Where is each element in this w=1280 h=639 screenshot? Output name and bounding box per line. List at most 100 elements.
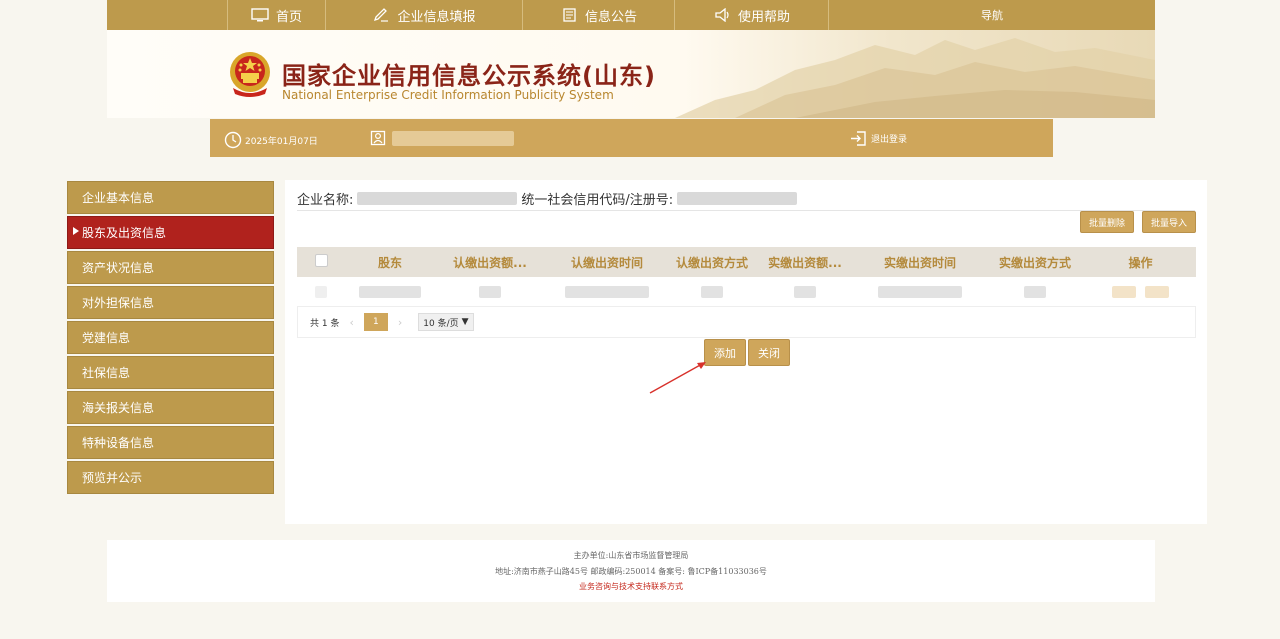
batch-delete-button[interactable]: 批量删除 xyxy=(1080,211,1135,233)
chevron-down-icon: ▼ xyxy=(461,317,469,327)
annotation-arrow-icon xyxy=(649,362,706,394)
page-number-button[interactable]: 1 xyxy=(363,313,388,331)
sidebar-item-label: 党建信息 xyxy=(82,331,131,345)
page-size-select[interactable]: 10 条/页 ▼ xyxy=(418,313,474,331)
table-cell xyxy=(985,277,1085,307)
credit-code-redacted xyxy=(677,191,798,205)
shareholder-table: 股东 认缴出资额... 认缴出资时间 认缴出资方式 实缴出资额... 实缴出资时… xyxy=(297,247,1196,307)
sidebar-item-label: 对外担保信息 xyxy=(82,296,155,310)
nav-item-label: 首页 xyxy=(275,9,302,25)
footer-sponsor: 主办单位:山东省市场监督管理局 xyxy=(573,551,689,560)
nav-item-label: 企业信息填报 xyxy=(397,9,476,25)
nav-item-fill-info[interactable]: 企业信息填报 xyxy=(326,0,523,30)
nav-item-label: 使用帮助 xyxy=(737,9,790,25)
sidebar-menu: 企业基本信息 股东及出资信息 资产状况信息 对外担保信息 党建信息 社保信息 海… xyxy=(67,181,274,496)
top-nav: 首页 企业信息填报 信息公告 使用帮助 导航 xyxy=(107,0,1155,30)
column-header: 操作 xyxy=(1085,247,1196,277)
national-emblem-icon xyxy=(227,50,273,98)
table-cell xyxy=(435,277,545,307)
edit-icon xyxy=(372,8,390,22)
edit-action-redacted[interactable] xyxy=(1111,285,1136,298)
subscribed-method-redacted xyxy=(701,285,723,298)
pagination: 共 1 条 ‹ 1 › 10 条/页 ▼ xyxy=(297,307,1196,338)
site-footer: 主办单位:山东省市场监督管理局 地址:济南市燕子山路45号 邮政编码:25001… xyxy=(107,540,1155,602)
footer-address: 地址:济南市燕子山路45号 邮政编码:250014 备案号: 鲁ICP备1103… xyxy=(495,567,767,576)
column-header[interactable]: 认缴出资时间 xyxy=(545,247,669,277)
footer-support-link[interactable]: 业务咨询与技术支持联系方式 xyxy=(107,581,1155,592)
nav-menu-label: 导航 xyxy=(981,9,1003,22)
clock-icon xyxy=(224,131,242,149)
sidebar-item-special-equipment-info[interactable]: 特种设备信息 xyxy=(67,426,274,459)
table-cell xyxy=(345,277,435,307)
sidebar-item-label: 特种设备信息 xyxy=(82,436,155,450)
nav-item-label: 信息公告 xyxy=(584,9,637,25)
sidebar-item-guarantee-info[interactable]: 对外担保信息 xyxy=(67,286,274,319)
sidebar-item-label: 社保信息 xyxy=(82,366,131,380)
batch-delete-label: 批量删除 xyxy=(1089,218,1126,229)
nav-item-notice[interactable]: 信息公告 xyxy=(523,0,675,30)
sidebar-item-basic-info[interactable]: 企业基本信息 xyxy=(67,181,274,214)
paid-amount-redacted xyxy=(794,285,816,298)
user-display xyxy=(370,130,514,146)
sidebar-item-customs-info[interactable]: 海关报关信息 xyxy=(67,391,274,424)
sidebar-item-party-info[interactable]: 党建信息 xyxy=(67,321,274,354)
column-header[interactable]: 实缴出资方式 xyxy=(985,247,1085,277)
paid-method-redacted xyxy=(1024,285,1046,298)
company-name-redacted xyxy=(357,191,518,205)
sidebar-item-social-security-info[interactable]: 社保信息 xyxy=(67,356,274,389)
page-size-value: 10 条/页 xyxy=(423,318,459,329)
table-row xyxy=(297,277,1196,307)
select-all-checkbox[interactable] xyxy=(314,254,328,267)
nav-item-home[interactable]: 首页 xyxy=(228,0,326,30)
site-title: 国家企业信用信息公示系统(山东) xyxy=(282,62,656,90)
column-header[interactable]: 认缴出资额... xyxy=(435,247,545,277)
column-header[interactable]: 实缴出资时间 xyxy=(855,247,985,277)
delete-action-redacted[interactable] xyxy=(1145,285,1170,298)
divider xyxy=(297,210,1195,211)
sidebar-item-label: 企业基本信息 xyxy=(82,191,155,205)
batch-import-button[interactable]: 批量导入 xyxy=(1142,211,1197,233)
nav-item-help[interactable]: 使用帮助 xyxy=(675,0,829,30)
help-icon xyxy=(713,8,731,22)
credit-code-label: 统一社会信用代码/注册号: xyxy=(521,192,674,208)
batch-import-label: 批量导入 xyxy=(1151,218,1188,229)
sidebar-item-label: 资产状况信息 xyxy=(82,261,155,275)
subscribed-date-redacted xyxy=(565,285,649,298)
user-name-redacted xyxy=(392,130,514,146)
sidebar-item-label: 预览并公示 xyxy=(82,471,143,485)
sidebar-item-shareholder-info[interactable]: 股东及出资信息 xyxy=(67,216,274,249)
prev-page-icon[interactable]: ‹ xyxy=(349,316,353,329)
column-header[interactable]: 股东 xyxy=(345,247,435,277)
logout-button[interactable]: 退出登录 xyxy=(850,130,907,147)
row-checkbox-redacted[interactable] xyxy=(315,285,327,298)
date-display: 2025年01月07日 xyxy=(224,131,318,149)
total-count: 共 1 条 xyxy=(310,318,340,329)
logout-icon xyxy=(851,131,866,146)
mountain-illustration xyxy=(675,38,1155,118)
column-header[interactable]: 实缴出资额... xyxy=(755,247,855,277)
select-all-cell xyxy=(297,247,345,277)
table-header-row: 股东 认缴出资额... 认缴出资时间 认缴出资方式 实缴出资额... 实缴出资时… xyxy=(297,247,1196,277)
site-subtitle: National Enterprise Credit Information P… xyxy=(282,88,614,102)
sidebar-item-assets-info[interactable]: 资产状况信息 xyxy=(67,251,274,284)
company-header: 企业名称: 统一社会信用代码/注册号: xyxy=(297,189,801,208)
next-page-icon[interactable]: › xyxy=(398,316,402,329)
table-cell xyxy=(545,277,669,307)
subscribed-amount-redacted xyxy=(479,285,501,298)
notice-icon xyxy=(560,8,578,22)
table-cell xyxy=(1085,277,1196,307)
company-name-label: 企业名称: xyxy=(297,192,354,208)
info-bar: 2025年01月07日 退出登录 xyxy=(210,119,1053,157)
current-date: 2025年01月07日 xyxy=(245,136,318,147)
nav-spacer xyxy=(107,0,228,30)
paid-date-redacted xyxy=(878,285,962,298)
column-header[interactable]: 认缴出资方式 xyxy=(669,247,755,277)
sidebar-item-label: 股东及出资信息 xyxy=(82,226,167,240)
user-icon xyxy=(370,130,386,146)
sidebar-item-preview-publish[interactable]: 预览并公示 xyxy=(67,461,274,494)
monitor-icon xyxy=(251,8,269,22)
nav-menu-button[interactable]: 导航 xyxy=(829,0,1155,30)
table-cell xyxy=(297,277,345,307)
sidebar-item-label: 海关报关信息 xyxy=(82,401,155,415)
table-cell xyxy=(855,277,985,307)
